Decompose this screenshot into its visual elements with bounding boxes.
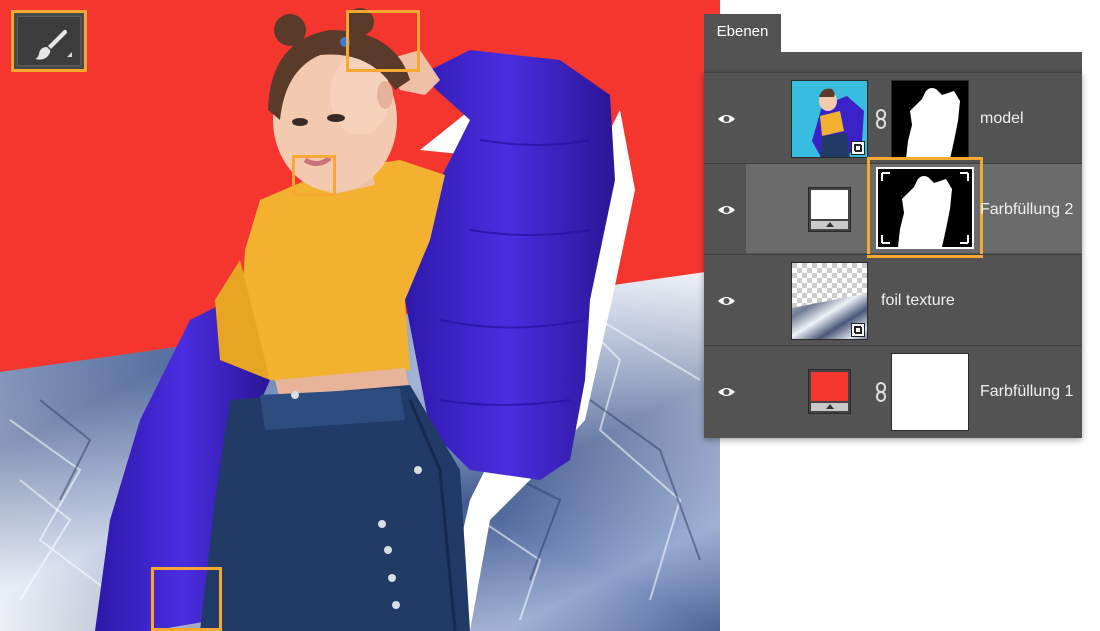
- fill-swatch-white: [811, 190, 848, 219]
- visibility-toggle-foil-texture[interactable]: [704, 255, 748, 344]
- fill-thumbnail-red[interactable]: [808, 369, 851, 414]
- layer-row-farbfuellung-1[interactable]: Farbfüllung 1: [704, 345, 1082, 438]
- smart-object-icon: [851, 323, 865, 337]
- panel-header: [704, 52, 1082, 72]
- eye-icon: [718, 115, 735, 123]
- eye-icon: [718, 297, 735, 305]
- fill-indicator-icon: [825, 404, 834, 409]
- fill-adjustment-bar: [811, 221, 848, 229]
- refine-area-chin-highlight: [292, 155, 336, 196]
- layer-mask-thumbnail-model[interactable]: [891, 80, 969, 158]
- layer-thumbnail-model[interactable]: [791, 80, 868, 158]
- document-canvas[interactable]: [0, 0, 720, 631]
- fill-indicator-icon: [825, 222, 834, 227]
- fill-swatch-red: [811, 372, 848, 401]
- visibility-toggle-farbfuellung-1[interactable]: [704, 346, 748, 438]
- tool-submenu-indicator-icon: [67, 52, 72, 57]
- fill-adjustment-bar: [811, 403, 848, 411]
- layers-list: model Farbfüllung 2 foil texture Farbfül…: [704, 72, 1082, 438]
- fill-thumbnail-white[interactable]: [808, 187, 851, 232]
- visibility-toggle-farbfuellung-2[interactable]: [704, 164, 748, 253]
- layer-row-farbfuellung-2-contents: Farbfüllung 2: [704, 157, 1082, 258]
- layer-mask-thumbnail-farbfuellung-1[interactable]: [891, 353, 969, 431]
- brush-tool-inner: [17, 16, 81, 66]
- layer-name-foil-texture: foil texture: [881, 292, 955, 309]
- refine-area-edge-highlight: [151, 567, 222, 631]
- brush-tool-button[interactable]: [11, 10, 87, 72]
- link-icon[interactable]: [875, 382, 887, 402]
- eye-icon: [718, 206, 735, 214]
- layers-panel: Ebenen model Farbfüllung 2 foil texture …: [704, 14, 1082, 438]
- layer-row-model[interactable]: model: [704, 72, 1082, 162]
- link-icon[interactable]: [875, 109, 887, 129]
- mask-silhouette-icon: [892, 81, 968, 157]
- mask-silhouette-icon: [878, 169, 972, 247]
- refine-area-hair-highlight: [346, 10, 420, 72]
- layer-name-farbfuellung-2: Farbfüllung 2: [980, 201, 1074, 218]
- layer-name-model: model: [980, 110, 1024, 127]
- layer-name-farbfuellung-1: Farbfüllung 1: [980, 383, 1074, 400]
- layer-thumbnail-foil-texture[interactable]: [791, 262, 868, 340]
- eye-icon: [718, 388, 735, 396]
- canvas-composite-image: [0, 0, 720, 631]
- layer-mask-thumbnail-farbfuellung-2[interactable]: [876, 167, 974, 249]
- visibility-toggle-model[interactable]: [704, 73, 748, 162]
- smart-object-icon: [851, 141, 865, 155]
- panel-tab-layers[interactable]: Ebenen: [704, 14, 781, 52]
- brush-icon: [35, 29, 67, 60]
- layer-row-foil-texture[interactable]: foil texture: [704, 254, 1082, 344]
